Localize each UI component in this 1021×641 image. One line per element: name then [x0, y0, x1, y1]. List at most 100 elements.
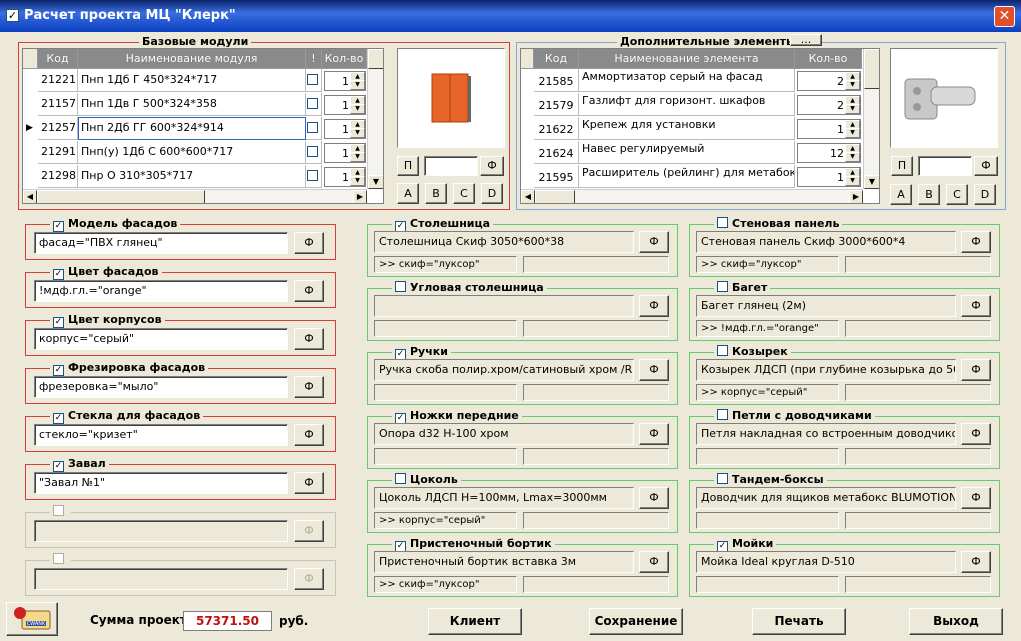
extra-elements-table[interactable]: Код Наименование элемента Кол-во ▼ ◀ ▶ 2…: [520, 48, 880, 204]
base-qty-stepper[interactable]: 1 ▲ ▼: [324, 143, 366, 163]
col-name[interactable]: Наименование модуля: [78, 49, 306, 69]
spin-down-icon[interactable]: ▼: [845, 152, 860, 162]
base-row-flag[interactable]: [306, 117, 322, 140]
checkbox[interactable]: ✓: [53, 221, 64, 232]
extra-p-button[interactable]: П: [891, 156, 913, 176]
left-option-label[interactable]: [50, 553, 71, 566]
base-d-button[interactable]: D: [481, 183, 503, 204]
scroll-down-icon[interactable]: ▼: [864, 175, 879, 189]
left-option-label[interactable]: ✓ Фрезировка фасадов: [50, 361, 209, 376]
right-option-value[interactable]: Багет глянец (2м): [696, 295, 956, 317]
mid-option-f-button[interactable]: Ф: [639, 551, 669, 573]
extra-row-name[interactable]: Аммортизатор серый на фасад: [579, 69, 795, 92]
right-option-f-button[interactable]: Ф: [961, 487, 991, 509]
extra-row-code[interactable]: 21585: [534, 69, 579, 92]
mid-option-sub[interactable]: [374, 384, 517, 401]
base-hscroll[interactable]: ◀ ▶: [23, 189, 367, 203]
right-option-value[interactable]: Мойка Ideal круглая D-510: [696, 551, 956, 573]
right-option-extra[interactable]: [845, 448, 991, 465]
checkbox[interactable]: ✓: [53, 365, 64, 376]
checkbox[interactable]: [717, 473, 728, 484]
base-row-name[interactable]: Пнп 1Дб Г 450*324*717: [78, 69, 306, 92]
col-qty[interactable]: Кол-во: [795, 49, 862, 69]
extra-row-name[interactable]: Крепеж для установки: [579, 117, 795, 140]
base-row-code[interactable]: 21221: [38, 69, 78, 92]
mid-option-extra[interactable]: [523, 384, 669, 401]
scroll-thumb[interactable]: [864, 49, 879, 89]
mid-option-label[interactable]: ✓ Столешница: [392, 217, 494, 232]
left-option-f-button[interactable]: Ф: [294, 520, 324, 542]
right-option-label[interactable]: Козырек: [714, 345, 791, 358]
base-row-name[interactable]: Пнп 1Дв Г 500*324*358: [78, 93, 306, 116]
checkbox[interactable]: [307, 122, 318, 133]
left-option-value[interactable]: фасад="ПВХ глянец": [34, 232, 288, 254]
col-code[interactable]: Код: [534, 49, 579, 69]
base-filter-input[interactable]: [424, 156, 478, 176]
mid-option-value[interactable]: Ручка скоба полир.хром/сатиновый хром /R: [374, 359, 634, 381]
checkbox[interactable]: [307, 146, 318, 157]
right-option-sub[interactable]: >> скиф="луксор": [696, 256, 839, 273]
extra-row-code[interactable]: 21579: [534, 93, 579, 116]
base-row-name[interactable]: Пнп(у) 1Дб С 600*600*717: [78, 141, 306, 164]
left-option-f-button[interactable]: Ф: [294, 424, 324, 446]
close-button[interactable]: ✕: [994, 6, 1015, 27]
base-row-flag[interactable]: [306, 93, 322, 116]
checkbox[interactable]: [717, 345, 728, 356]
left-option-label[interactable]: ✓ Модель фасадов: [50, 217, 181, 232]
spin-down-icon[interactable]: ▼: [845, 128, 860, 138]
right-option-extra[interactable]: [845, 320, 991, 337]
spin-down-icon[interactable]: ▼: [350, 128, 365, 138]
base-row-code[interactable]: 21157: [38, 93, 78, 116]
left-option-label[interactable]: ✓ Завал: [50, 457, 109, 472]
left-option-label[interactable]: ✓ Цвет корпусов: [50, 313, 165, 328]
mid-option-extra[interactable]: [523, 320, 669, 337]
spin-down-icon[interactable]: ▼: [350, 176, 365, 186]
checkbox[interactable]: [307, 74, 318, 85]
right-option-value[interactable]: Доводчик для ящиков метабокс BLUMOTION: [696, 487, 956, 509]
base-qty-stepper[interactable]: 1 ▲ ▼: [324, 71, 366, 91]
base-row-flag[interactable]: [306, 141, 322, 164]
extra-qty-stepper[interactable]: 2 ▲ ▼: [797, 95, 861, 115]
base-qty-stepper[interactable]: 1 ▲ ▼: [324, 119, 366, 139]
mid-option-value[interactable]: Столешница Скиф 3050*600*38: [374, 231, 634, 253]
right-option-sub[interactable]: [696, 512, 839, 529]
mid-option-extra[interactable]: [523, 576, 669, 593]
checkbox[interactable]: [53, 553, 64, 564]
right-option-f-button[interactable]: Ф: [961, 231, 991, 253]
print-button[interactable]: Печать: [752, 608, 846, 635]
base-qty-stepper[interactable]: 1 ▲ ▼: [324, 95, 366, 115]
save-button[interactable]: Сохранение: [589, 608, 683, 635]
extra-row-code[interactable]: 21595: [534, 165, 579, 188]
checkbox[interactable]: [307, 170, 318, 181]
extra-row-name[interactable]: Навес регулируемый: [579, 141, 795, 164]
left-option-value[interactable]: "Завал №1": [34, 472, 288, 494]
extra-qty-stepper[interactable]: 12 ▲ ▼: [797, 143, 861, 163]
scroll-left-icon[interactable]: ◀: [521, 190, 535, 203]
right-option-sub[interactable]: >> корпус="серый": [696, 384, 839, 401]
extra-row-name[interactable]: Расширитель (рейлинг) для метабокс: [579, 165, 795, 188]
mid-option-sub[interactable]: >> скиф="луксор": [374, 576, 517, 593]
extra-b-button[interactable]: B: [918, 184, 940, 205]
scroll-right-icon[interactable]: ▶: [849, 190, 863, 203]
right-option-f-button[interactable]: Ф: [961, 551, 991, 573]
extra-vscroll[interactable]: ▼: [863, 49, 879, 189]
base-vscroll[interactable]: ▼: [367, 49, 383, 189]
mid-option-sub[interactable]: >> скиф="луксор": [374, 256, 517, 273]
mid-option-value[interactable]: Пристеночный бортик вставка 3м: [374, 551, 634, 573]
spin-down-icon[interactable]: ▼: [845, 176, 860, 186]
left-option-label[interactable]: ✓ Цвет фасадов: [50, 265, 162, 280]
right-option-sub[interactable]: [696, 576, 839, 593]
extra-more-button[interactable]: ...: [790, 34, 822, 46]
extra-qty-stepper[interactable]: 2 ▲ ▼: [797, 71, 861, 91]
mid-option-extra[interactable]: [523, 448, 669, 465]
right-option-extra[interactable]: [845, 512, 991, 529]
extra-qty-stepper[interactable]: 1 ▲ ▼: [797, 167, 861, 187]
right-option-value[interactable]: Козырек ЛДСП (при глубине козырька до 50: [696, 359, 956, 381]
mid-option-f-button[interactable]: Ф: [639, 359, 669, 381]
scroll-right-icon[interactable]: ▶: [353, 190, 367, 203]
spin-down-icon[interactable]: ▼: [845, 80, 860, 90]
hscroll-thumb[interactable]: [37, 190, 205, 203]
app-icon-button[interactable]: CWANK: [6, 602, 58, 636]
exit-button[interactable]: Выход: [909, 608, 1003, 635]
base-f-button[interactable]: Ф: [480, 156, 504, 176]
